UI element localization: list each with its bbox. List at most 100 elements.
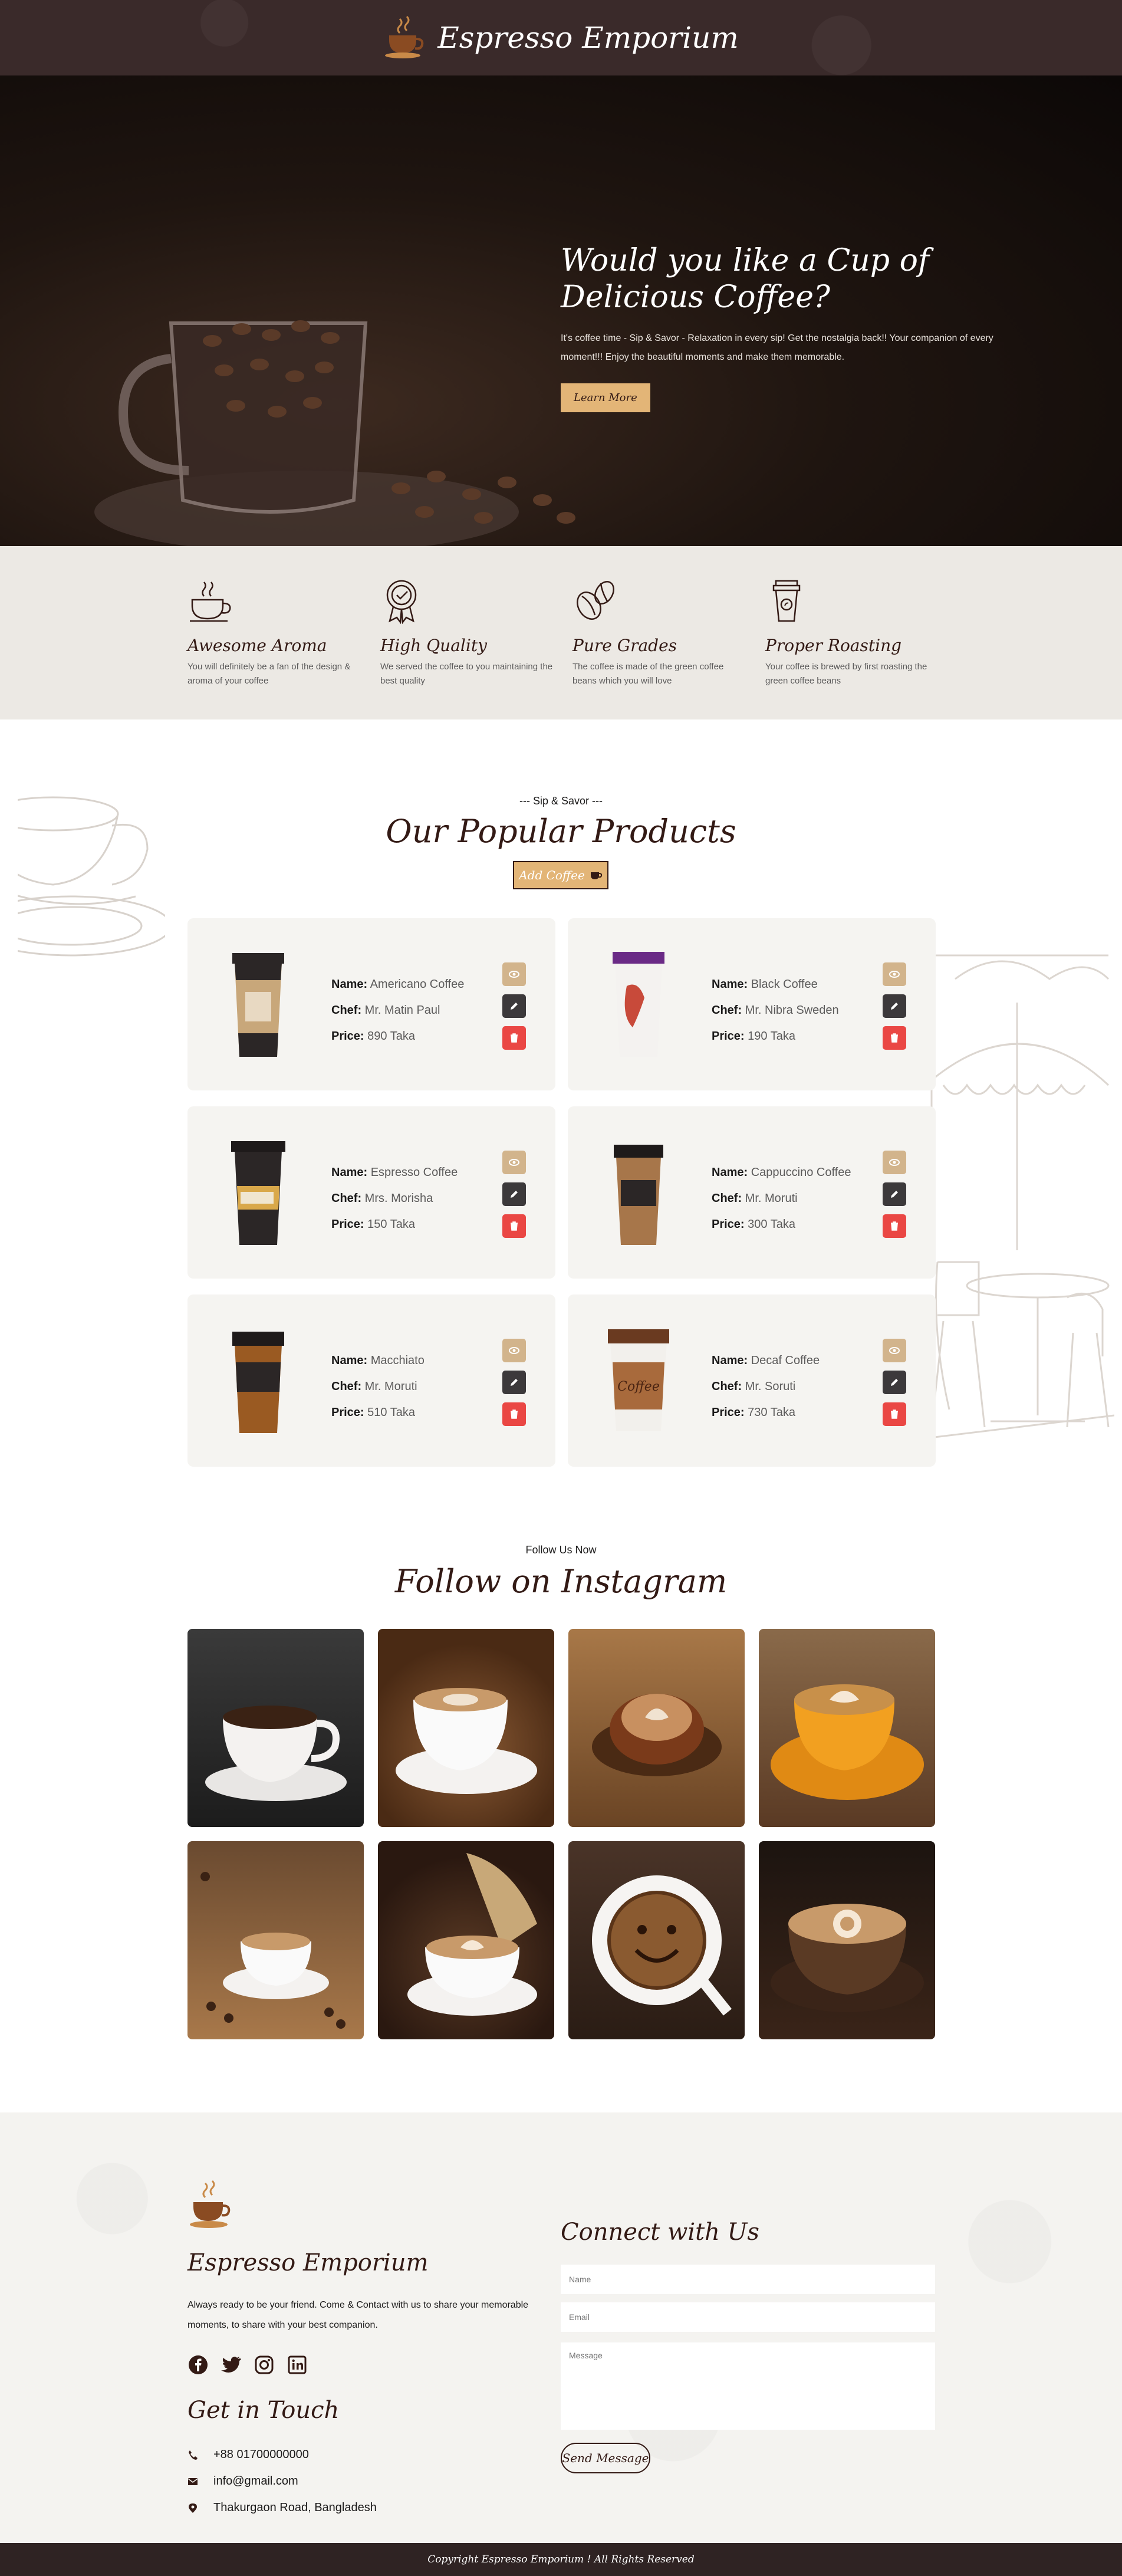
coffee-logo-icon[interactable]: [187, 2179, 232, 2232]
products-title: Our Popular Products: [386, 813, 736, 850]
cafe-sketch-decoration: [920, 954, 1114, 1440]
instagram-kicker: Follow Us Now: [525, 1544, 597, 1556]
product-card: Name: Black Coffee Chef: Mr. Nibra Swede…: [568, 918, 936, 1090]
price-label: Price:: [331, 1030, 364, 1043]
delete-button[interactable]: [502, 1214, 526, 1238]
quality-badge-icon: [386, 580, 417, 625]
map-pin-icon: [189, 2503, 197, 2513]
product-card: Name: Macchiato Chef: Mr. Moruti Price: …: [187, 1294, 555, 1467]
view-button[interactable]: [883, 1339, 906, 1362]
feature-title: Pure Grades: [572, 636, 677, 655]
get-in-touch-title: Get in Touch: [187, 2397, 340, 2424]
instagram-photo[interactable]: [568, 1841, 745, 2039]
phone-text[interactable]: +88 01700000000: [213, 2448, 309, 2462]
hero-headline: Would you like a Cup of Delicious Coffee…: [561, 243, 930, 316]
copyright-text: Copyright Espresso Emporium ! All Rights…: [427, 2554, 695, 2565]
instagram-photo[interactable]: [187, 1629, 364, 1827]
footer-brand: Espresso Emporium: [187, 2249, 429, 2276]
product-info: Name: Macchiato Chef: Mr. Moruti Price: …: [331, 1348, 425, 1425]
edit-button[interactable]: [883, 1371, 906, 1394]
coffee-cup-icon: [190, 581, 231, 622]
view-button[interactable]: [502, 1151, 526, 1174]
coffee-logo-icon[interactable]: [383, 14, 425, 61]
name-label: Name:: [712, 978, 748, 991]
delete-button[interactable]: [883, 1402, 906, 1426]
instagram-photo[interactable]: [187, 1841, 364, 2039]
trash-icon: [891, 1409, 898, 1419]
instagram-photo[interactable]: [759, 1629, 935, 1827]
product-price: 190 Taka: [748, 1030, 795, 1043]
delete-button[interactable]: [883, 1214, 906, 1238]
view-button[interactable]: [502, 1339, 526, 1362]
add-coffee-button[interactable]: Add Coffee: [513, 861, 608, 889]
pencil-icon: [511, 1379, 518, 1386]
name-field[interactable]: [561, 2265, 935, 2294]
edit-button[interactable]: [502, 1182, 526, 1206]
site-title[interactable]: Espresso Emporium: [437, 21, 739, 55]
price-label: Price:: [712, 1218, 745, 1231]
view-button[interactable]: [502, 962, 526, 986]
product-card: Name: Espresso Coffee Chef: Mrs. Morisha…: [187, 1106, 555, 1279]
product-price: 300 Taka: [748, 1218, 795, 1231]
product-image: [613, 952, 664, 1057]
email-text[interactable]: info@gmail.com: [213, 2475, 298, 2488]
edit-button[interactable]: [502, 1371, 526, 1394]
edit-button[interactable]: [883, 1182, 906, 1206]
product-chef: Mr. Soruti: [745, 1380, 796, 1393]
instagram-photo[interactable]: [759, 1841, 935, 2039]
eye-icon: [889, 1159, 900, 1166]
feature-title: High Quality: [380, 636, 487, 655]
name-label: Name:: [712, 1166, 748, 1179]
delete-button[interactable]: [502, 1402, 526, 1426]
send-message-button[interactable]: Send Message: [561, 2443, 650, 2473]
view-button[interactable]: [883, 962, 906, 986]
product-info: Name: Espresso Coffee Chef: Mrs. Morisha…: [331, 1159, 458, 1237]
delete-button[interactable]: [883, 1026, 906, 1050]
product-name: Decaf Coffee: [751, 1354, 820, 1367]
twitter-icon[interactable]: [221, 2354, 242, 2375]
view-button[interactable]: [883, 1151, 906, 1174]
product-image: [231, 1141, 285, 1245]
footer-description: Always ready to be your friend. Come & C…: [187, 2300, 529, 2330]
contact-address: Thakurgaon Road, Bangladesh: [187, 2495, 377, 2521]
pencil-icon: [891, 1379, 898, 1386]
instagram-gallery: [187, 1629, 935, 2039]
product-name: Macchiato: [370, 1354, 425, 1367]
facebook-icon[interactable]: [187, 2354, 209, 2375]
chef-label: Chef:: [331, 1192, 362, 1205]
instagram-photo[interactable]: [378, 1629, 554, 1827]
product-info: Name: Americano Coffee Chef: Mr. Matin P…: [331, 971, 464, 1049]
pencil-icon: [891, 1191, 898, 1198]
instagram-photo[interactable]: [568, 1629, 745, 1827]
edit-button[interactable]: [502, 994, 526, 1018]
learn-more-button[interactable]: Learn More: [561, 383, 650, 412]
instagram-photo[interactable]: [378, 1841, 554, 2039]
hero-content: Would you like a Cup of Delicious Coffee…: [561, 242, 1021, 412]
eye-icon: [509, 971, 519, 978]
trash-icon: [511, 1409, 518, 1419]
product-actions: [883, 1339, 906, 1426]
feature-title: Proper Roasting: [765, 636, 902, 655]
product-chef: Mr. Moruti: [364, 1380, 417, 1393]
site-header: Espresso Emporium: [0, 0, 1122, 75]
social-links: [187, 2354, 308, 2375]
contact-email: info@gmail.com: [187, 2468, 377, 2495]
linkedin-icon[interactable]: [287, 2354, 308, 2375]
trash-icon: [511, 1033, 518, 1043]
name-label: Name:: [712, 1354, 748, 1367]
feature-high-quality: High Quality We served the coffee to you…: [380, 577, 557, 688]
name-label: Name:: [331, 1166, 368, 1179]
pencil-icon: [891, 1003, 898, 1010]
product-name: Espresso Coffee: [370, 1166, 458, 1179]
pencil-icon: [511, 1003, 518, 1010]
delete-button[interactable]: [502, 1026, 526, 1050]
email-field[interactable]: [561, 2302, 935, 2332]
product-price: 510 Taka: [367, 1406, 415, 1419]
feature-title: Awesome Aroma: [187, 636, 327, 655]
chef-label: Chef:: [712, 1380, 742, 1393]
message-field[interactable]: [561, 2342, 935, 2430]
instagram-icon[interactable]: [254, 2354, 275, 2375]
product-actions: [502, 962, 526, 1050]
trash-icon: [891, 1221, 898, 1231]
edit-button[interactable]: [883, 994, 906, 1018]
